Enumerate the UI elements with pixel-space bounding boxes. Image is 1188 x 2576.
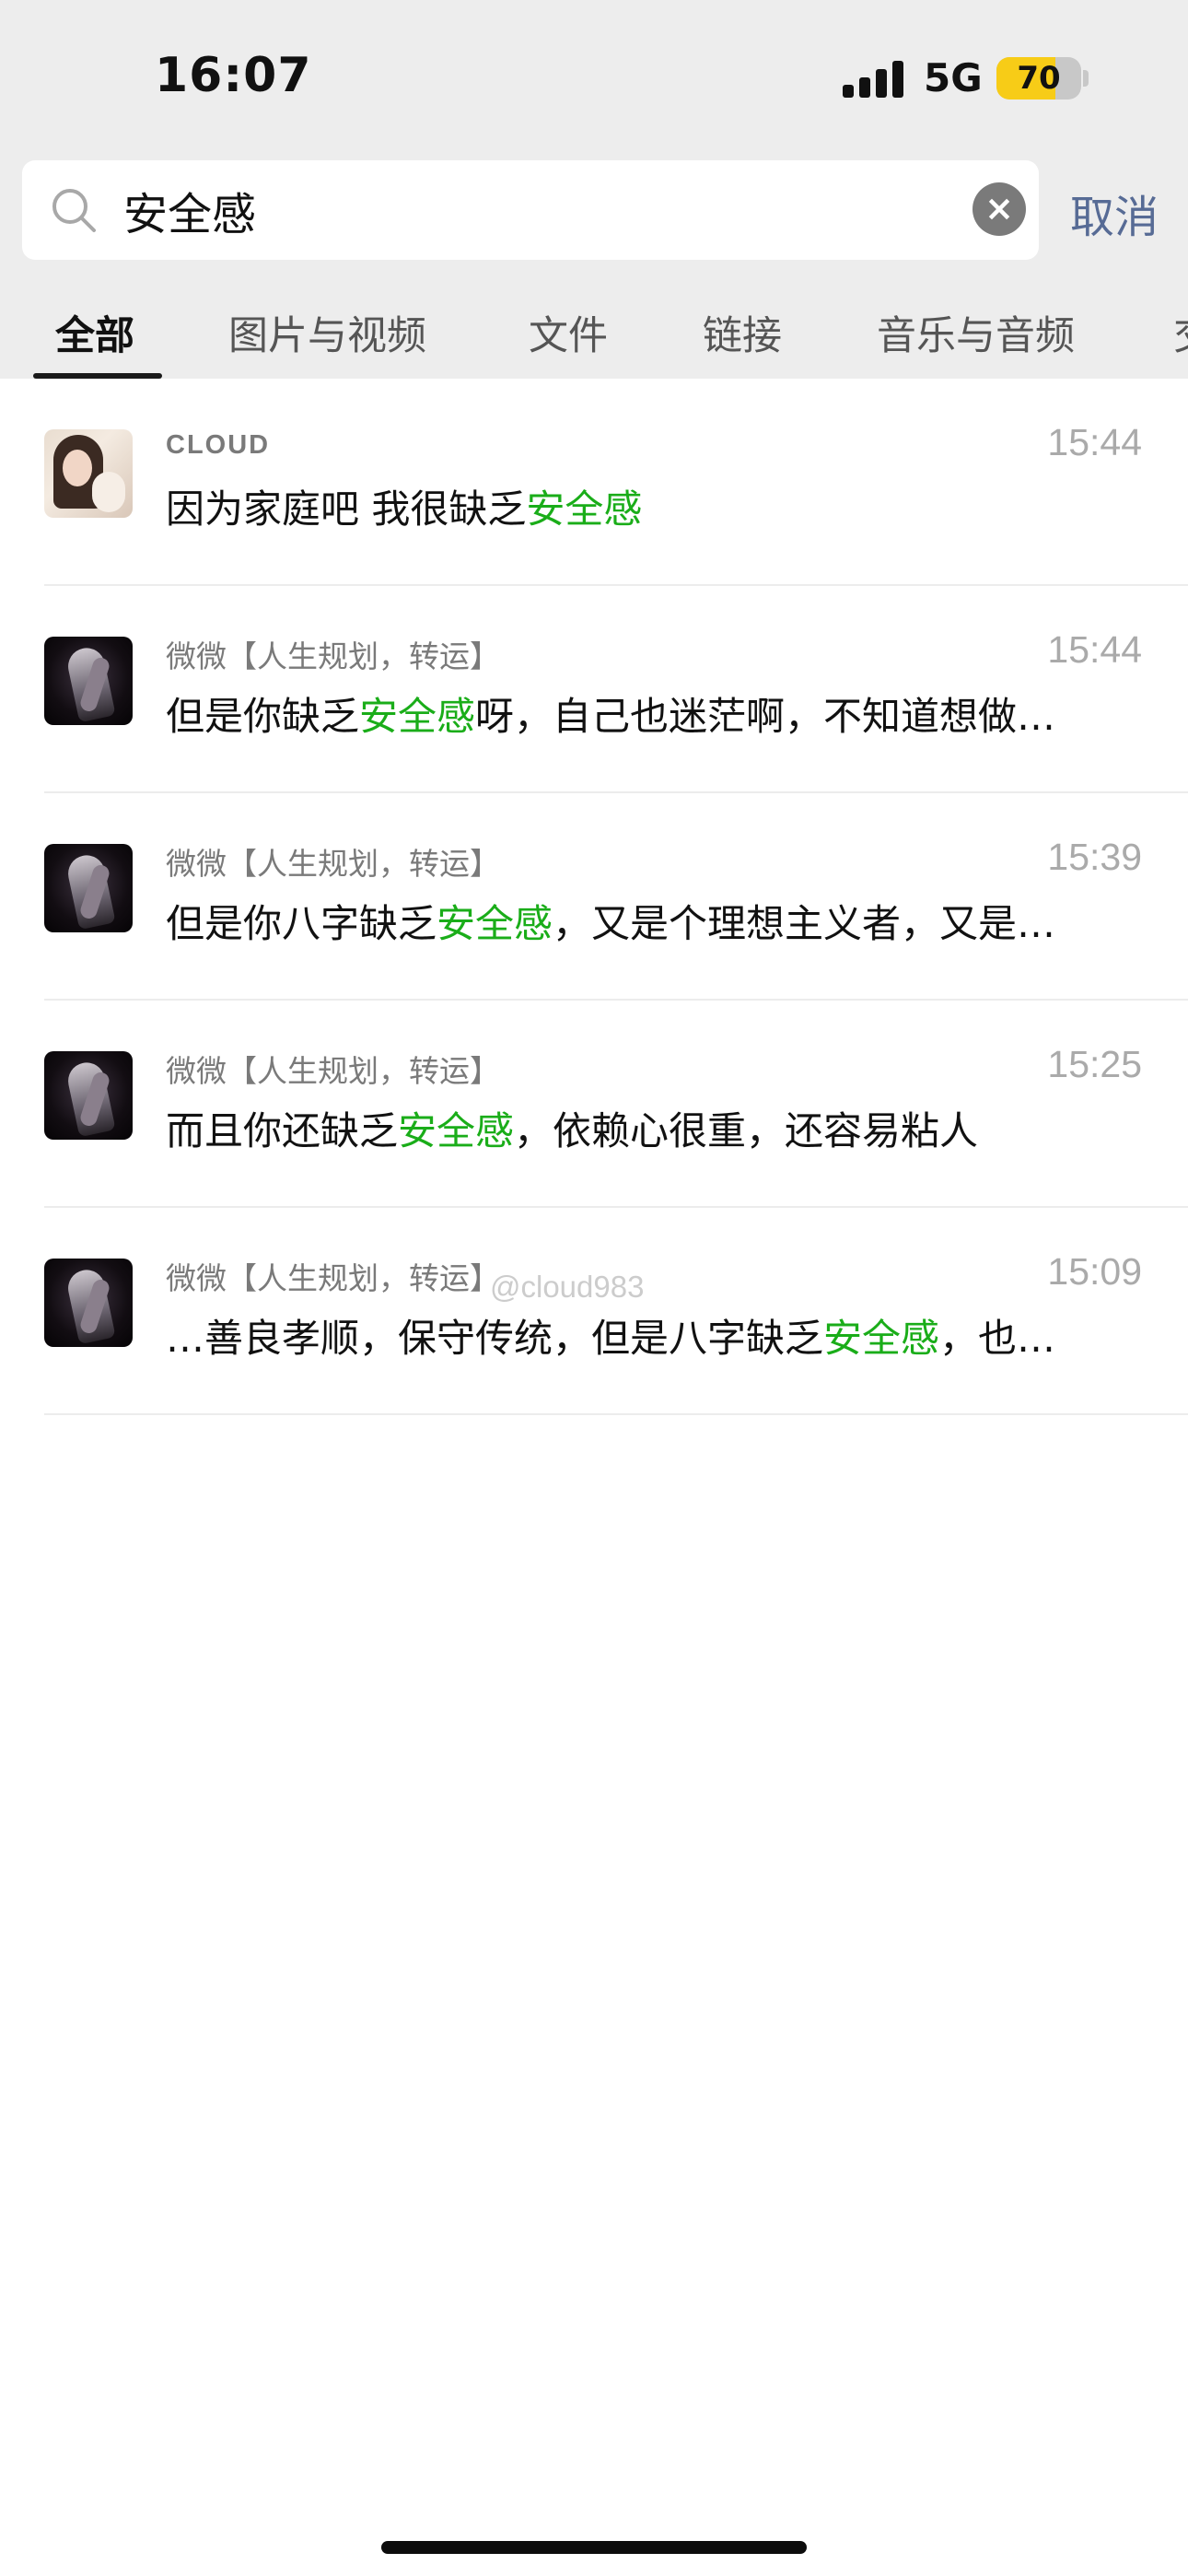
tab-files[interactable]: 文件 [529,304,608,361]
avatar [44,844,133,932]
tab-more[interactable]: 交 [1173,304,1188,361]
home-indicator[interactable] [381,2541,807,2554]
result-row[interactable]: 微微【人生规划，转运】 15:09 …善良孝顺，保守传统，但是八字缺乏安全感，也… [0,1208,1188,1415]
battery-icon: 70 [996,57,1081,100]
match-highlight: 安全感 [359,694,476,739]
cancel-button[interactable]: 取消 [1070,181,1159,245]
match-highlight: 安全感 [437,901,553,946]
message-time: 15:39 [1047,836,1142,878]
message-preview: …善良孝顺，保守传统，但是八字缺乏安全感，也… [166,1316,1056,1361]
status-time: 16:07 [155,48,312,103]
search-input[interactable] [123,160,952,260]
message-time: 15:09 [1047,1250,1142,1293]
message-preview: 但是你缺乏安全感呀，自己也迷茫啊，不知道想做… [166,694,1056,739]
sender-name: 微微【人生规划，转运】 [166,1260,500,1296]
cellular-signal-icon [843,61,905,98]
row-divider [44,1413,1188,1415]
tab-images-videos[interactable]: 图片与视频 [228,304,426,361]
clear-icon[interactable]: × [973,182,1026,236]
sender-name: 微微【人生规划，转运】 [166,846,500,882]
message-preview: 但是你八字缺乏安全感，又是个理想主义者，又是… [166,901,1056,946]
result-row[interactable]: 微微【人生规划，转运】 15:44 但是你缺乏安全感呀，自己也迷茫啊，不知道想做… [0,586,1188,793]
message-time: 15:25 [1047,1043,1142,1085]
sender-name: 微微【人生规划，转运】 [166,1053,500,1089]
result-row[interactable]: CLOUD 15:44 因为家庭吧 我很缺乏安全感 [0,379,1188,586]
message-preview: 而且你还缺乏安全感，依赖心很重，还容易粘人 [166,1108,979,1153]
battery-tip [1083,70,1089,87]
filter-tabs: 全部 图片与视频 文件 链接 音乐与音频 交 [0,287,1188,379]
message-preview: 因为家庭吧 我很缺乏安全感 [166,486,643,532]
match-highlight: 安全感 [398,1108,515,1153]
result-row[interactable]: 微微【人生规划，转运】 15:39 但是你八字缺乏安全感，又是个理想主义者，又是… [0,793,1188,1001]
watermark: @cloud983 [490,1270,645,1304]
result-row[interactable]: 微微【人生规划，转运】 15:25 而且你还缺乏安全感，依赖心很重，还容易粘人 [0,1001,1188,1208]
search-icon [52,189,96,232]
sender-name: CLOUD [166,430,271,460]
search-box[interactable]: × [22,160,1039,260]
tab-links[interactable]: 链接 [703,304,782,361]
avatar [44,1051,133,1140]
tab-music-audio[interactable]: 音乐与音频 [877,304,1075,361]
avatar [44,637,133,725]
message-time: 15:44 [1047,628,1142,671]
network-type: 5G [924,55,983,100]
avatar [44,429,133,518]
tab-all[interactable]: 全部 [55,304,134,361]
avatar [44,1259,133,1347]
battery-percent: 70 [1017,60,1061,97]
message-time: 15:44 [1047,421,1142,463]
match-highlight: 安全感 [526,486,643,532]
match-highlight: 安全感 [823,1316,940,1361]
sender-name: 微微【人生规划，转运】 [166,638,500,674]
